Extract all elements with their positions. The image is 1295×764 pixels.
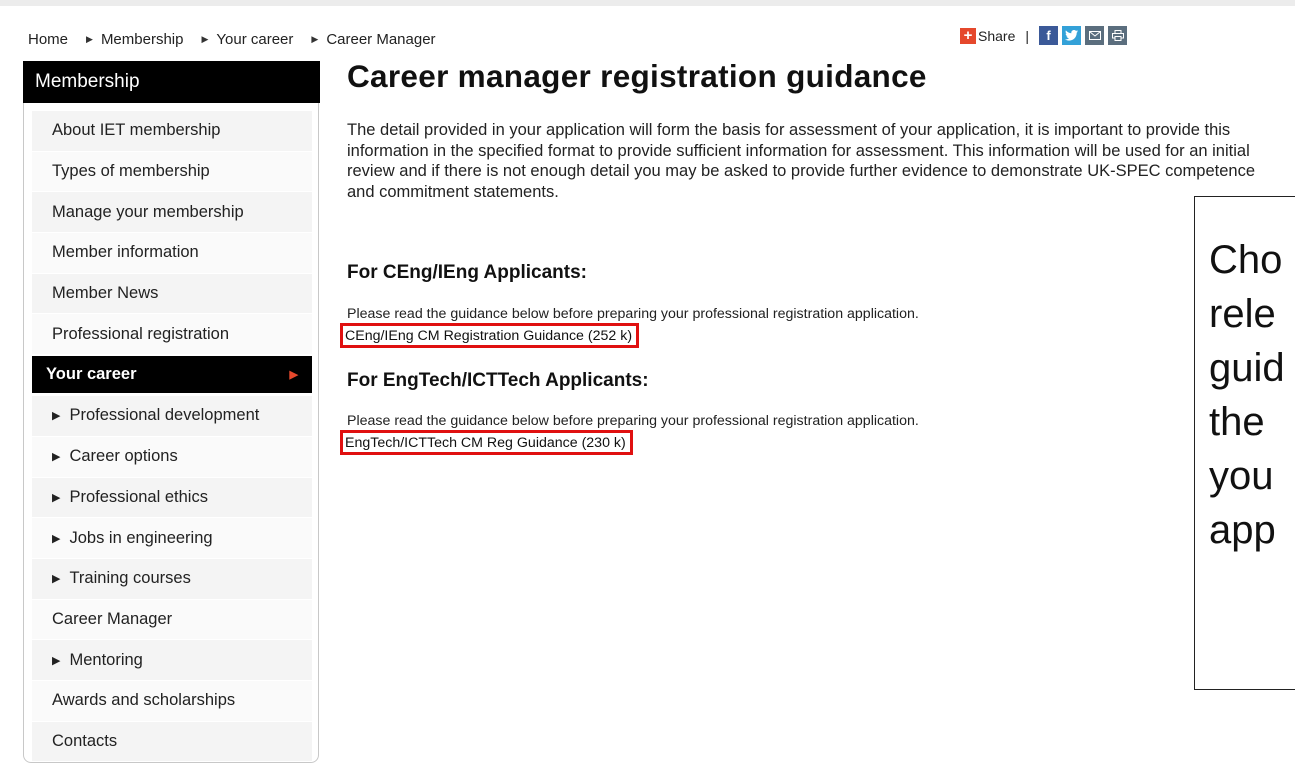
bullet-triangle-icon: ▶ bbox=[52, 491, 61, 504]
sidebar-menu: About IET membership Types of membership… bbox=[32, 111, 312, 763]
bullet-triangle-icon: ▶ bbox=[52, 451, 61, 464]
sidebar-subitem-mentoring[interactable]: ▶ Mentoring bbox=[32, 640, 312, 681]
chevron-right-icon: ▶ bbox=[86, 34, 93, 44]
section-note-ceng-ieng: Please read the guidance below before pr… bbox=[347, 306, 919, 322]
share-bar: + Share | f bbox=[960, 26, 1131, 45]
chevron-right-icon: ▶ bbox=[311, 34, 319, 44]
sidebar-subitem-career-options[interactable]: ▶ Career options bbox=[32, 436, 312, 478]
sidebar-subitem-jobs-in-engineering[interactable]: ▶ Jobs in engineering bbox=[32, 518, 312, 559]
bullet-triangle-icon: ▶ bbox=[52, 532, 61, 545]
instruction-callout: Cho rele guid the you app bbox=[1194, 196, 1295, 690]
email-icon[interactable] bbox=[1085, 26, 1104, 45]
arrow-right-icon: ▶ bbox=[289, 369, 298, 382]
facebook-icon[interactable]: f bbox=[1039, 26, 1058, 45]
sidebar-item-label: Member News bbox=[52, 284, 159, 303]
share-divider: | bbox=[1025, 27, 1029, 44]
sidebar-item-label: Career options bbox=[69, 447, 178, 466]
sidebar-item-types-of-membership[interactable]: Types of membership bbox=[32, 151, 312, 193]
twitter-icon[interactable] bbox=[1062, 26, 1081, 45]
sidebar-item-label: Manage your membership bbox=[52, 202, 244, 221]
share-label[interactable]: Share bbox=[978, 28, 1015, 44]
breadcrumb-your-career[interactable]: Your career bbox=[216, 31, 293, 48]
section-heading-engtech-icttech: For EngTech/ICTTech Applicants: bbox=[347, 370, 649, 391]
breadcrumb-membership[interactable]: Membership bbox=[101, 31, 184, 48]
engtech-icttech-guidance-link[interactable]: EngTech/ICTTech CM Reg Guidance (230 k) bbox=[340, 430, 633, 455]
sidebar-item-manage-your-membership[interactable]: Manage your membership bbox=[32, 192, 312, 234]
sidebar-item-awards-and-scholarships[interactable]: Awards and scholarships bbox=[32, 680, 312, 722]
sidebar-item-professional-registration[interactable]: Professional registration bbox=[32, 314, 312, 356]
sidebar-item-label: Member information bbox=[52, 243, 199, 262]
sidebar-item-label: About IET membership bbox=[52, 121, 221, 140]
sidebar-item-your-career[interactable]: Your career ▶ bbox=[32, 356, 312, 395]
sidebar-title[interactable]: Membership bbox=[23, 61, 320, 103]
top-border bbox=[0, 0, 1295, 6]
sidebar-item-member-news[interactable]: Member News bbox=[32, 273, 312, 315]
callout-text: Cho rele guid the you app bbox=[1209, 238, 1285, 552]
sidebar: Membership About IET membership Types of… bbox=[23, 61, 320, 763]
page-title: Career manager registration guidance bbox=[347, 58, 927, 94]
sidebar-item-label: Your career bbox=[46, 365, 137, 384]
sidebar-subitem-professional-development[interactable]: ▶ Professional development bbox=[32, 396, 312, 437]
breadcrumb-home[interactable]: Home bbox=[28, 31, 68, 48]
sidebar-item-contacts[interactable]: Contacts bbox=[32, 721, 312, 763]
sidebar-item-member-information[interactable]: Member information bbox=[32, 233, 312, 274]
breadcrumb-career-manager[interactable]: Career Manager bbox=[326, 31, 435, 48]
sidebar-item-label: Professional development bbox=[69, 406, 260, 425]
sidebar-subitem-professional-ethics[interactable]: ▶ Professional ethics bbox=[32, 477, 312, 519]
print-icon[interactable] bbox=[1108, 26, 1127, 45]
bullet-triangle-icon: ▶ bbox=[52, 410, 61, 423]
intro-paragraph: The detail provided in your application … bbox=[347, 121, 1256, 201]
sidebar-item-label: Jobs in engineering bbox=[69, 528, 213, 547]
share-plus-icon[interactable]: + bbox=[960, 27, 976, 44]
sidebar-item-career-manager[interactable]: Career Manager bbox=[32, 599, 312, 641]
sidebar-item-label: Mentoring bbox=[69, 650, 143, 669]
ceng-ieng-guidance-link[interactable]: CEng/IEng CM Registration Guidance (252 … bbox=[340, 323, 640, 348]
bullet-triangle-icon: ▶ bbox=[52, 573, 61, 586]
sidebar-item-label: Training courses bbox=[69, 569, 191, 588]
sidebar-item-label: Awards and scholarships bbox=[52, 691, 236, 710]
sidebar-item-about-iet-membership[interactable]: About IET membership bbox=[32, 111, 312, 152]
sidebar-item-label: Professional registration bbox=[52, 324, 230, 343]
sidebar-item-label: Career Manager bbox=[52, 609, 173, 628]
sidebar-item-label: Contacts bbox=[52, 731, 118, 750]
bullet-triangle-icon: ▶ bbox=[52, 654, 61, 667]
sidebar-subitem-training-courses[interactable]: ▶ Training courses bbox=[32, 558, 312, 600]
chevron-right-icon: ▶ bbox=[201, 34, 209, 44]
sidebar-item-label: Professional ethics bbox=[69, 487, 208, 506]
section-heading-ceng-ieng: For CEng/IEng Applicants: bbox=[347, 262, 587, 283]
breadcrumb: Home ▶ Membership ▶ Your career ▶ Career… bbox=[28, 31, 436, 48]
sidebar-item-label: Types of membership bbox=[52, 162, 210, 181]
section-note-engtech-icttech: Please read the guidance below before pr… bbox=[347, 413, 919, 429]
